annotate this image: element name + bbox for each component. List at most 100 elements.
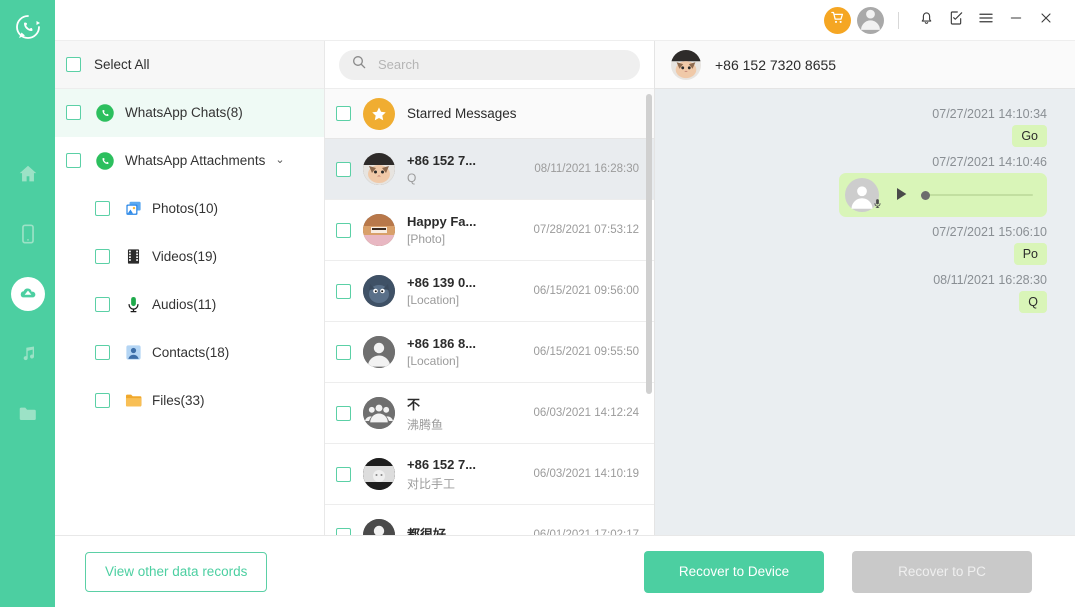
chat-checkbox[interactable]: [336, 283, 351, 299]
shopping-cart-icon: [830, 10, 845, 30]
default-person-avatar: [363, 336, 395, 368]
message-bubble[interactable]: Q: [1019, 291, 1047, 313]
search-input[interactable]: [378, 57, 628, 72]
starred-text: Starred Messages: [407, 106, 644, 121]
group-avatar: [363, 397, 395, 429]
tree-checkbox[interactable]: [66, 105, 81, 120]
tree-item-whatsapp-chats[interactable]: WhatsApp Chats(8): [55, 89, 324, 137]
conversation-panel: +86 152 7320 8655 07/27/2021 14:10:34 Go…: [655, 41, 1075, 535]
chat-scroll-area: Starred Messages +86 152 7... Q 08/11/20…: [325, 89, 654, 535]
minimize-button[interactable]: [1001, 5, 1031, 35]
star-icon: [363, 97, 395, 130]
message-list: 07/27/2021 14:10:34 Go 07/27/2021 14:10:…: [655, 89, 1075, 535]
voice-progress-thumb[interactable]: [921, 190, 930, 200]
message-row: Q: [675, 291, 1047, 313]
notifications-button[interactable]: [911, 5, 941, 35]
tree-checkbox[interactable]: [95, 297, 110, 312]
message-row: Po: [675, 243, 1047, 265]
select-all-checkbox[interactable]: [66, 57, 81, 72]
chat-row[interactable]: 都很好 06/01/2021 17:02:17: [325, 505, 654, 535]
chat-checkbox[interactable]: [336, 344, 351, 360]
chat-name: +86 152 7...: [407, 153, 477, 168]
chat-row[interactable]: +86 152 7... Q 08/11/2021 16:28:30: [325, 139, 654, 200]
message-timestamp: 08/11/2021 16:28:30: [933, 273, 1047, 287]
chat-row-starred-messages[interactable]: Starred Messages: [325, 89, 654, 139]
search-box[interactable]: [339, 49, 640, 80]
recover-icon: [10, 277, 45, 311]
chevron-down-icon[interactable]: ⌄: [275, 155, 284, 166]
chat-checkbox[interactable]: [336, 466, 351, 482]
view-other-data-records-button[interactable]: View other data records: [85, 551, 268, 592]
voice-message-bubble[interactable]: [839, 173, 1047, 217]
tree-item-whatsapp-attachments[interactable]: WhatsApp Attachments ⌄: [55, 137, 324, 185]
bottom-action-bar: View other data records Recover to Devic…: [55, 535, 1075, 607]
select-all-row[interactable]: Select All: [55, 41, 324, 89]
tree-checkbox[interactable]: [66, 153, 81, 168]
tree-checkbox[interactable]: [95, 201, 110, 216]
rail-icon-group: [0, 144, 55, 444]
conversation-avatar: [671, 49, 701, 80]
close-button[interactable]: [1031, 5, 1061, 35]
chat-text: +86 186 8... [Location]: [407, 336, 533, 368]
message-bubble[interactable]: Go: [1012, 125, 1047, 147]
play-icon[interactable]: [893, 185, 909, 206]
tree-checkbox[interactable]: [95, 393, 110, 408]
voice-progress-slider[interactable]: [921, 190, 1033, 200]
rail-item-device[interactable]: [0, 204, 55, 264]
tree-item-files[interactable]: Files(33): [55, 377, 324, 425]
tree-item-videos[interactable]: Videos(19): [55, 233, 324, 281]
chat-list-panel: Starred Messages: [325, 41, 655, 535]
conversation-header: +86 152 7320 8655: [655, 41, 1075, 89]
feedback-checklist-icon: [948, 10, 964, 31]
feedback-button[interactable]: [941, 5, 971, 35]
chat-checkbox[interactable]: [336, 106, 351, 121]
titlebar-divider: [898, 11, 899, 29]
chat-preview: Q: [407, 171, 417, 185]
tree-item-photos[interactable]: Photos(10): [55, 185, 324, 233]
tree-checkbox[interactable]: [95, 249, 110, 264]
chat-checkbox[interactable]: [336, 222, 351, 238]
chat-row[interactable]: 不 沸腾鱼 06/03/2021 14:12:24: [325, 383, 654, 444]
rail-item-music[interactable]: [0, 324, 55, 384]
starred-label: Starred Messages: [407, 106, 517, 121]
voice-progress-track: [921, 194, 1033, 196]
chat-checkbox[interactable]: [336, 527, 351, 535]
account-avatar-button[interactable]: [857, 6, 884, 34]
shopping-cart-button[interactable]: [824, 6, 851, 34]
chat-text: +86 152 7... 对比手工: [407, 457, 533, 492]
chat-date: 06/03/2021 14:12:24: [533, 407, 639, 419]
tree-item-audios[interactable]: Audios(11): [55, 281, 324, 329]
contacts-icon: [123, 343, 143, 363]
chat-row[interactable]: Happy Fa... [Photo] 07/28/2021 07:53:12: [325, 200, 654, 261]
rail-item-recover[interactable]: [0, 264, 55, 324]
message-timestamp: 07/27/2021 14:10:46: [932, 155, 1047, 169]
conversation-contact-name: +86 152 7320 8655: [715, 56, 837, 73]
recover-to-device-button[interactable]: Recover to Device: [644, 550, 824, 593]
recover-button-group: Recover to Device Recover to PC: [644, 550, 1032, 593]
recover-to-pc-button: Recover to PC: [852, 550, 1032, 593]
chat-name: +86 152 7...: [407, 456, 477, 472]
chat-checkbox[interactable]: [336, 161, 351, 177]
chat-preview: [Photo]: [407, 232, 446, 246]
menu-button[interactable]: [971, 5, 1001, 35]
cat-photo-avatar: [363, 153, 395, 185]
chat-list-scrollbar[interactable]: [646, 94, 652, 394]
rail-item-home[interactable]: [0, 144, 55, 204]
user-avatar-icon: [857, 7, 884, 34]
chat-row[interactable]: +86 139 0... [Location] 06/15/2021 09:56…: [325, 261, 654, 322]
chat-row[interactable]: +86 152 7... 对比手工 06/03/2021 14:10:19: [325, 444, 654, 505]
application-window: Select All WhatsApp Chats(8) WhatsApp At…: [0, 0, 1075, 607]
tree-item-label: Photos(10): [152, 201, 219, 216]
tree-checkbox[interactable]: [95, 345, 110, 360]
tree-item-contacts[interactable]: Contacts(18): [55, 329, 324, 377]
chat-date: 06/15/2021 09:55:50: [533, 346, 639, 358]
chat-row[interactable]: +86 186 8... [Location] 06/15/2021 09:55…: [325, 322, 654, 383]
tree-item-label: Contacts(18): [152, 345, 230, 360]
message-row: Go: [675, 125, 1047, 147]
rail-item-files[interactable]: [0, 384, 55, 444]
chat-text: 不 沸腾鱼: [407, 394, 533, 433]
cartoon-avatar: [363, 275, 395, 307]
device-icon: [17, 223, 39, 245]
chat-checkbox[interactable]: [336, 405, 351, 421]
message-bubble[interactable]: Po: [1013, 243, 1047, 265]
